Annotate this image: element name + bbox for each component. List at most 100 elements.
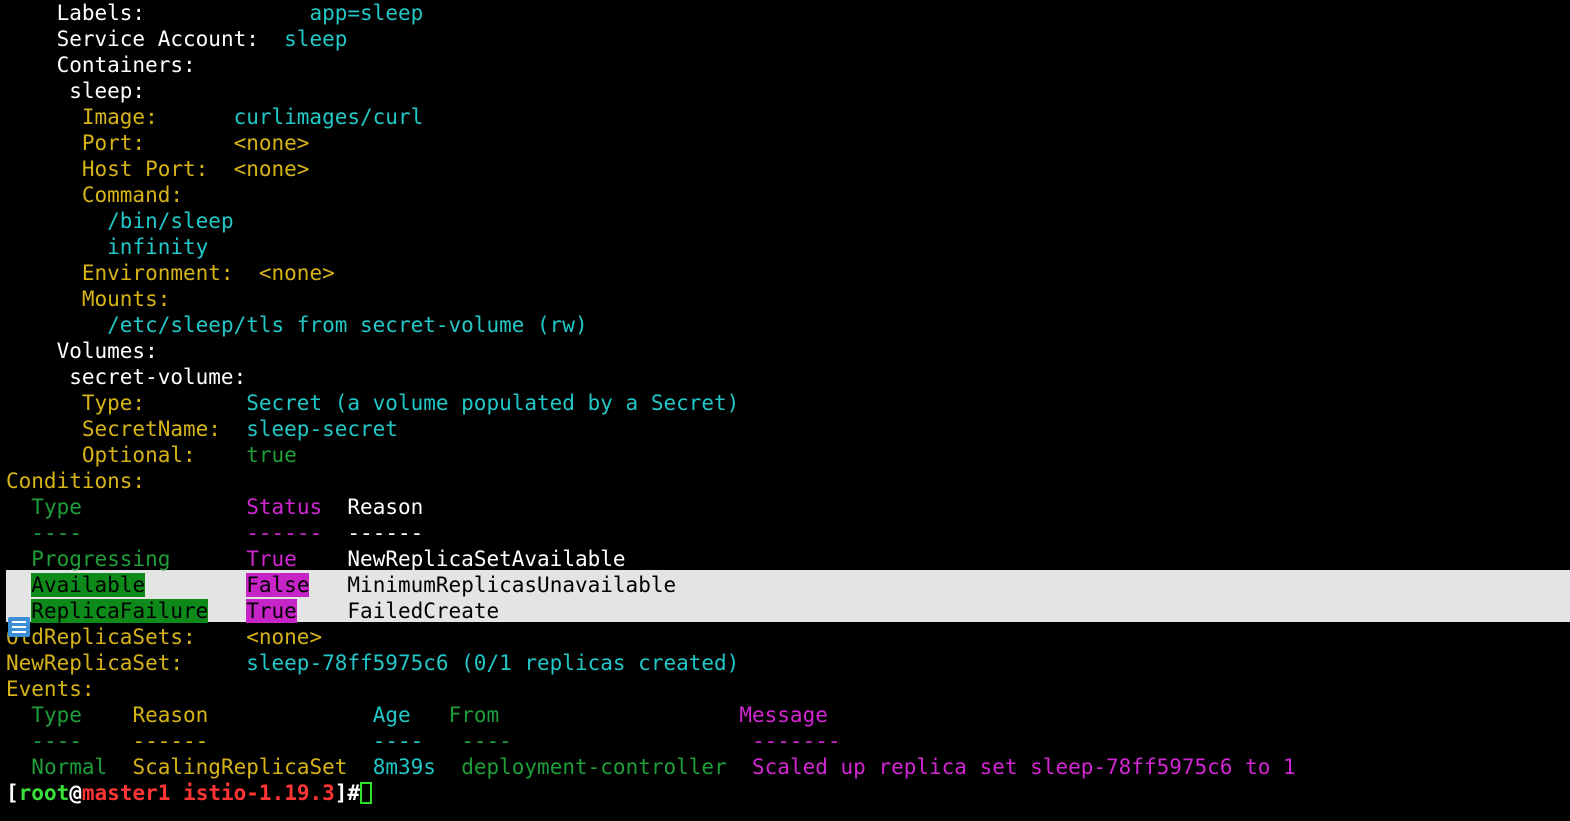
conditions-header-type: Type (31, 495, 82, 519)
event-age: 8m39s (372, 755, 436, 779)
event-from: deployment-controller (461, 755, 727, 779)
conditions-header-reason: Reason (347, 495, 424, 519)
image-value: curlimages/curl (233, 105, 424, 129)
events-rule-reason: ------ (132, 729, 209, 753)
event-message: Scaled up replica set sleep-78ff5975c6 t… (752, 755, 1296, 779)
host-port-key: Host Port: (81, 157, 209, 181)
events-header-age: Age (372, 703, 411, 727)
port-value: <none> (233, 131, 310, 155)
condition-reason: MinimumReplicasUnavailable (347, 573, 677, 597)
host-port-value: <none> (233, 157, 310, 181)
old-replicasets-value: <none> (246, 625, 323, 649)
service-account-line: Service Account: sleep (6, 26, 348, 52)
optional-value: true (246, 443, 297, 467)
floating-menu-icon[interactable] (8, 617, 30, 637)
volumes-key: Volumes: (56, 339, 158, 363)
prompt-open-bracket: [ (6, 781, 19, 805)
event-reason: ScalingReplicaSet (132, 755, 348, 779)
image-key: Image: (81, 105, 158, 129)
prompt-at: @ (69, 781, 82, 805)
conditions-rule-row: ---- ------ ------ (6, 520, 423, 546)
command-arg-1-line: /bin/sleep (6, 208, 234, 234)
conditions-header-row: Type Status Reason (6, 494, 423, 520)
old-replicasets-line: OldReplicaSets: <none> (6, 624, 322, 650)
command-arg-2: infinity (107, 235, 209, 259)
command-arg-1: /bin/sleep (107, 209, 234, 233)
mounts-line: Mounts: (6, 286, 171, 312)
command-key: Command: (81, 183, 184, 207)
command-arg-2-line: infinity (6, 234, 208, 260)
condition-type: Progressing (31, 547, 171, 571)
conditions-rule-reason: ------ (347, 521, 424, 545)
environment-key: Environment: (81, 261, 234, 285)
events-heading: Events: (6, 677, 95, 701)
host-port-line: Host Port: <none> (6, 156, 310, 182)
events-header-row: Type Reason Age From Message (6, 702, 828, 728)
command-line: Command: (6, 182, 183, 208)
volumes-line: Volumes: (6, 338, 158, 364)
new-replicaset-key: NewReplicaSet: (6, 651, 184, 675)
conditions-row-progressing: Progressing True NewReplicaSetAvailable (6, 546, 626, 572)
events-row: Normal ScalingReplicaSet 8m39s deploymen… (6, 754, 1296, 780)
volume-type-value: Secret (a volume populated by a Secret) (246, 391, 740, 415)
events-header-from: From (448, 703, 500, 727)
events-header-type: Type (31, 703, 82, 727)
container-name-line: sleep: (6, 78, 145, 104)
new-replicaset-line: NewReplicaSet: sleep-78ff5975c6 (0/1 rep… (6, 650, 739, 676)
condition-status: False (246, 573, 310, 597)
text-cursor[interactable] (360, 782, 373, 804)
optional-key: Optional: (81, 443, 196, 467)
new-replicaset-value: sleep-78ff5975c6 (0/1 replicas created) (246, 651, 740, 675)
terminal-window[interactable]: Labels: app=sleep Service Account: sleep… (0, 0, 1570, 821)
mounts-key: Mounts: (81, 287, 171, 311)
containers-line: Containers: (6, 52, 196, 78)
events-heading-line: Events: (6, 676, 95, 702)
labels-value: app=sleep (309, 1, 424, 25)
events-header-reason: Reason (132, 703, 209, 727)
event-type: Normal (31, 755, 108, 779)
condition-type: ReplicaFailure (31, 599, 209, 623)
prompt-close: ]# (334, 781, 361, 805)
prompt-host: master1 (81, 781, 171, 805)
condition-status: True (246, 599, 297, 623)
containers-key: Containers: (56, 53, 196, 77)
condition-reason: NewReplicaSetAvailable (347, 547, 626, 571)
volume-name: secret-volume: (69, 365, 247, 389)
conditions-row-replicafailure: ReplicaFailure True FailedCreate (6, 598, 499, 624)
events-header-message: Message (739, 703, 828, 727)
conditions-heading-line: Conditions: (6, 468, 145, 494)
conditions-rule-status: ------ (246, 521, 323, 545)
events-rule-from: ---- (461, 729, 512, 753)
events-rule-row: ---- ------ ---- ---- ------- (6, 728, 840, 754)
mount-entry-line: /etc/sleep/tls from secret-volume (rw) (6, 312, 588, 338)
image-line: Image: curlimages/curl (6, 104, 423, 130)
conditions-rule-type: ---- (31, 521, 82, 545)
volume-name-line: secret-volume: (6, 364, 246, 390)
labels-line: Labels: app=sleep (6, 0, 424, 26)
conditions-row-available: Available False MinimumReplicasUnavailab… (6, 572, 676, 598)
service-account-key: Service Account: (56, 27, 259, 51)
optional-line: Optional: true (6, 442, 297, 468)
volume-type-key: Type: (81, 391, 146, 415)
environment-value: <none> (258, 261, 335, 285)
volume-type-line: Type: Secret (a volume populated by a Se… (6, 390, 739, 416)
secret-name-key: SecretName: (81, 417, 221, 441)
port-line: Port: <none> (6, 130, 310, 156)
port-key: Port: (81, 131, 146, 155)
environment-line: Environment: <none> (6, 260, 335, 286)
mount-entry: /etc/sleep/tls from secret-volume (rw) (107, 313, 588, 337)
secret-name-line: SecretName: sleep-secret (6, 416, 398, 442)
condition-reason: FailedCreate (347, 599, 500, 623)
conditions-header-status: Status (246, 495, 323, 519)
container-name: sleep: (69, 79, 146, 103)
old-replicasets-key: OldReplicaSets: (6, 625, 196, 649)
shell-prompt[interactable]: [root@master1 istio-1.19.3]# (6, 780, 373, 806)
events-rule-age: ---- (372, 729, 424, 753)
events-rule-type: ---- (31, 729, 82, 753)
prompt-user: root (18, 781, 70, 805)
prompt-dir: istio-1.19.3 (183, 781, 335, 805)
condition-status: True (246, 547, 297, 571)
conditions-heading: Conditions: (6, 469, 146, 493)
condition-type: Available (31, 573, 146, 597)
service-account-value: sleep (284, 27, 348, 51)
